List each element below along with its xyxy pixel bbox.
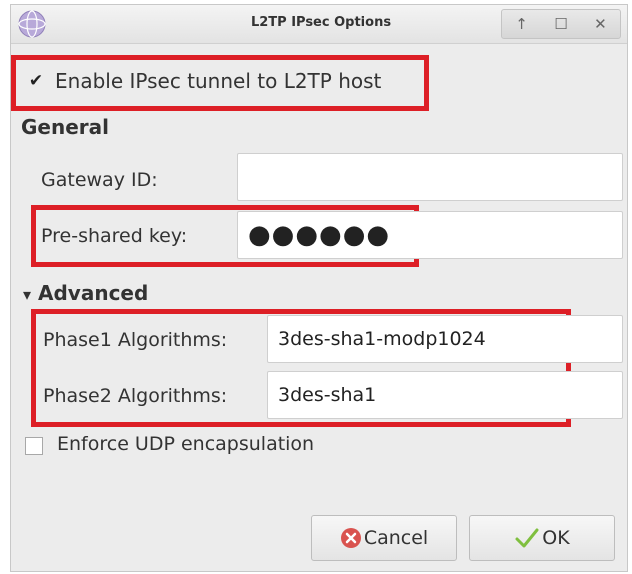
ok-button[interactable]: OK [469, 515, 615, 561]
enable-ipsec-checkbox[interactable]: ✔ [27, 73, 45, 91]
pre-shared-key-label: Pre-shared key: [41, 225, 188, 247]
phase2-label: Phase2 Algorithms: [43, 385, 228, 407]
advanced-heading[interactable]: ▾ Advanced [23, 281, 148, 305]
gateway-id-input[interactable] [237, 153, 623, 201]
maximize-icon[interactable]: ☐ [554, 15, 567, 33]
masked-password: ●●●●●● [248, 220, 391, 250]
expander-arrow-icon: ▾ [23, 285, 32, 304]
enforce-udp-checkbox[interactable] [25, 437, 43, 455]
phase2-algorithms-input[interactable]: 3des-sha1 [267, 371, 623, 419]
checkmark-icon [515, 528, 539, 548]
l2tp-ipsec-options-dialog: L2TP IPsec Options ↑ ☐ ✕ ✔ Enable IPsec … [10, 4, 628, 572]
cancel-button[interactable]: Cancel [311, 515, 457, 561]
cancel-icon [340, 528, 361, 548]
advanced-heading-text: Advanced [38, 281, 149, 305]
ok-label: OK [542, 527, 570, 549]
check-icon: ✔ [28, 71, 44, 91]
window-title: L2TP IPsec Options [250, 15, 392, 30]
enforce-udp-label: Enforce UDP encapsulation [57, 433, 315, 455]
app-icon [18, 10, 46, 38]
phase1-algorithms-input[interactable]: 3des-sha1-modp1024 [267, 315, 623, 363]
up-arrow-icon[interactable]: ↑ [515, 15, 528, 33]
general-heading: General [21, 115, 109, 139]
close-icon[interactable]: ✕ [594, 15, 607, 33]
phase1-label: Phase1 Algorithms: [43, 329, 228, 351]
pre-shared-key-input[interactable]: ●●●●●● [237, 211, 623, 259]
gateway-id-label: Gateway ID: [41, 169, 158, 191]
enable-ipsec-label: Enable IPsec tunnel to L2TP host [55, 69, 382, 93]
title-bar: L2TP IPsec Options ↑ ☐ ✕ [11, 5, 627, 44]
window-controls: ↑ ☐ ✕ [501, 9, 621, 39]
cancel-label: Cancel [363, 527, 429, 549]
